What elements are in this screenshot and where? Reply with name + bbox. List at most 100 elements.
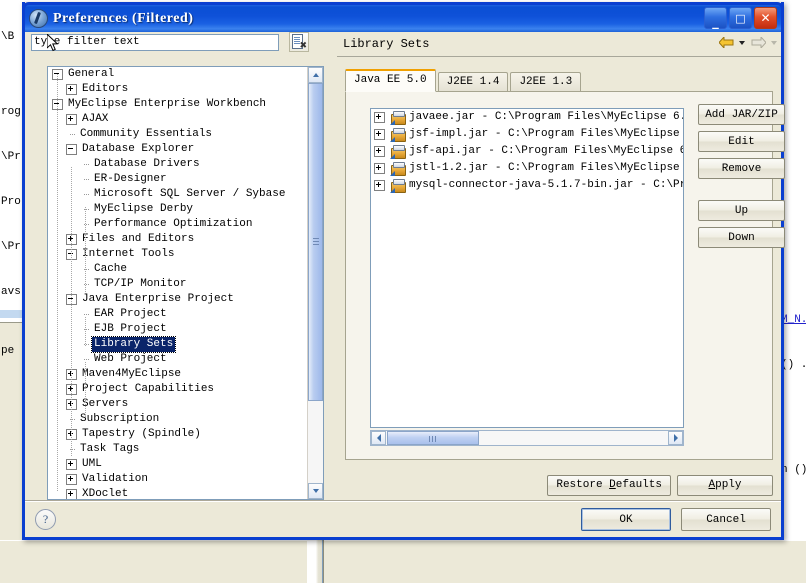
expand-icon[interactable] <box>374 180 385 191</box>
tree-item-library-sets[interactable]: Library Sets <box>48 336 310 353</box>
tabstrip: Java EE 5.0 J2EE 1.4 J2EE 1.3 <box>345 69 773 92</box>
clear-filter-icon[interactable]: ✖ <box>289 32 309 52</box>
tab-java-ee-5-0[interactable]: Java EE 5.0 <box>345 69 436 92</box>
tree-item-maven4myeclipse[interactable]: Maven4MyEclipse <box>48 367 310 382</box>
ok-button[interactable]: OK <box>581 508 671 531</box>
chevron-up-icon <box>312 73 319 77</box>
tree-item-java-enterprise-project[interactable]: Java Enterprise Project <box>48 292 310 307</box>
cancel-button[interactable]: Cancel <box>681 508 771 531</box>
tree-item-label: Web Project <box>94 353 167 365</box>
tree-item-tapestry-spindle[interactable]: Tapestry (Spindle) <box>48 427 310 442</box>
add-jar-zip-button[interactable]: Add JAR/ZIP <box>698 104 785 125</box>
remove-button[interactable]: Remove <box>698 158 785 179</box>
preferences-tree[interactable]: General Editors MyEclipse Enterprise Workb… <box>47 66 324 500</box>
preferences-window-icon <box>29 9 48 28</box>
tree-item-database-drivers[interactable]: Database Drivers <box>48 157 310 172</box>
tree-item-label: Community Essentials <box>80 128 213 140</box>
bg-code-line: rog <box>1 106 21 118</box>
bg-code-line: \Pr <box>1 151 21 163</box>
expand-icon[interactable] <box>374 163 385 174</box>
expand-icon[interactable] <box>66 474 77 485</box>
hscrollbar-thumb[interactable] <box>387 431 479 445</box>
tree-item-uml[interactable]: UML <box>48 457 310 472</box>
tree-guide-icon <box>80 175 90 184</box>
tree-item-database-explorer[interactable]: Database Explorer <box>48 142 310 157</box>
apply-button[interactable]: Apply <box>677 474 773 496</box>
tree-item-performance-optimization[interactable]: Performance Optimization <box>48 217 310 232</box>
content-panel: Library Sets Java EE 5.0 J2EE 1.4 J2EE 1.3 <box>337 32 785 468</box>
up-button[interactable]: Up <box>698 200 785 221</box>
tree-item-validation[interactable]: Validation <box>48 472 310 487</box>
thumb-grip <box>429 436 437 442</box>
tree-guide-icon <box>80 190 90 199</box>
tree-item-task-tags[interactable]: Task Tags <box>48 442 310 457</box>
tree-item-label: EJB Project <box>94 323 167 335</box>
scroll-right-button[interactable] <box>668 431 683 445</box>
tree-item-web-project[interactable]: Web Project <box>48 352 310 367</box>
forward-arrow-icon[interactable] <box>751 35 768 50</box>
filter-input[interactable] <box>31 33 279 51</box>
close-icon: ✕ <box>760 11 771 25</box>
tree-item-ajax[interactable]: AJAX <box>48 112 310 127</box>
tree-item-community-essentials[interactable]: Community Essentials <box>48 127 310 142</box>
close-button[interactable]: ✕ <box>754 7 777 29</box>
tree-item-ejb-project[interactable]: EJB Project <box>48 322 310 337</box>
tree-item-project-capabilities[interactable]: Project Capabilities <box>48 382 310 397</box>
tree-item-myeclipse-enterprise-workbench[interactable]: MyEclipse Enterprise Workbench <box>48 97 310 112</box>
back-dropdown-icon[interactable] <box>739 40 745 45</box>
tree-item-microsoft-sql-server-sybase[interactable]: Microsoft SQL Server / Sybase <box>48 187 310 202</box>
jar-list-horizontal-scrollbar[interactable] <box>370 430 684 446</box>
scroll-up-button[interactable] <box>308 67 323 83</box>
tree-item-tcp-ip-monitor[interactable]: TCP/IP Monitor <box>48 277 310 292</box>
restore-defaults-label: Restore Defaults <box>556 479 662 491</box>
jar-list-item[interactable]: jstl-1.2.jar - C:\Program Files\MyEclips… <box>371 160 683 177</box>
tree-item-subscription[interactable]: Subscription <box>48 412 310 427</box>
expand-icon[interactable] <box>66 114 77 125</box>
expand-icon[interactable] <box>66 489 77 499</box>
tree-vertical-scrollbar[interactable] <box>307 67 323 499</box>
jar-list-item[interactable]: mysql-connector-java-5.1.7-bin.jar - C:\… <box>371 177 683 194</box>
help-icon[interactable]: ? <box>35 509 56 530</box>
tree-item-er-designer[interactable]: ER-Designer <box>48 172 310 187</box>
expand-icon[interactable] <box>374 146 385 157</box>
tree-item-xdoclet[interactable]: XDoclet <box>48 487 310 499</box>
tree-item-label: Project Capabilities <box>82 383 215 395</box>
tree-item-ear-project[interactable]: EAR Project <box>48 307 310 322</box>
jar-list[interactable]: javaee.jar - C:\Program Files\MyEclipse … <box>370 108 684 428</box>
scroll-down-button[interactable] <box>308 483 323 499</box>
tree-item-editors[interactable]: Editors <box>48 82 310 97</box>
maximize-button[interactable]: □ <box>729 7 752 29</box>
tree-item-general[interactable]: General <box>48 67 310 82</box>
jar-list-rows: javaee.jar - C:\Program Files\MyEclipse … <box>371 109 683 194</box>
tab-j2ee-1-4[interactable]: J2EE 1.4 <box>437 72 509 92</box>
tree-item-internet-tools[interactable]: Internet Tools <box>48 247 310 262</box>
page-title: Library Sets <box>343 37 430 51</box>
scroll-left-button[interactable] <box>371 431 386 445</box>
minimize-icon: _ <box>712 14 719 30</box>
collapse-icon[interactable] <box>66 144 77 155</box>
minimize-button[interactable]: _ <box>704 7 727 29</box>
jar-list-item[interactable]: jsf-api.jar - C:\Program Files\MyEclipse… <box>371 143 683 160</box>
tree-item-myeclipse-derby[interactable]: MyEclipse Derby <box>48 202 310 217</box>
tree-item-cache[interactable]: Cache <box>48 262 310 277</box>
tree-item-label: Tapestry (Spindle) <box>82 428 201 440</box>
down-button[interactable]: Down <box>698 227 785 248</box>
tree-item-servers[interactable]: Servers <box>48 397 310 412</box>
dialog-titlebar[interactable]: Preferences (Filtered) _ □ ✕ <box>22 2 784 32</box>
tree-item-files-and-editors[interactable]: Files and Editors <box>48 232 310 247</box>
scrollbar-thumb[interactable] <box>308 83 323 401</box>
edit-button[interactable]: Edit <box>698 131 785 152</box>
forward-dropdown-icon[interactable] <box>771 40 777 45</box>
expand-icon[interactable] <box>66 84 77 95</box>
expand-icon[interactable] <box>374 129 385 140</box>
restore-defaults-button[interactable]: Restore Defaults <box>547 474 671 496</box>
expand-icon[interactable] <box>374 112 385 123</box>
tab-j2ee-1-3[interactable]: J2EE 1.3 <box>510 72 582 92</box>
tab-label: Java EE 5.0 <box>354 74 427 86</box>
tree-item-label: MyEclipse Enterprise Workbench <box>68 98 267 110</box>
jar-list-item[interactable]: javaee.jar - C:\Program Files\MyEclipse … <box>371 109 683 126</box>
back-arrow-icon[interactable] <box>719 35 736 50</box>
expand-icon[interactable] <box>66 459 77 470</box>
jar-list-item[interactable]: jsf-impl.jar - C:\Program Files\MyEclips… <box>371 126 683 143</box>
tree-item-label: UML <box>82 458 102 470</box>
